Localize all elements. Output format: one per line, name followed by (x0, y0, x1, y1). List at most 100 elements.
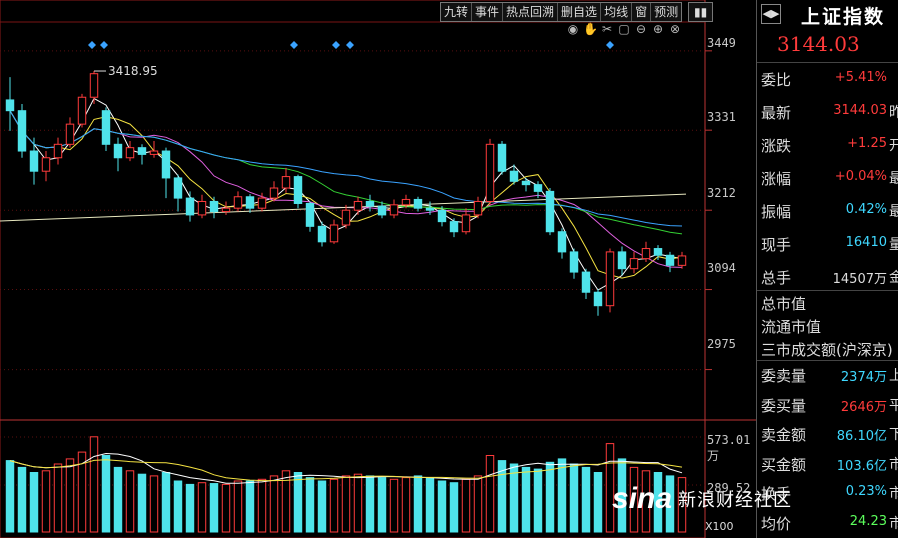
volume-bar (269, 475, 279, 533)
volume-bar (53, 463, 63, 533)
volume-bar (89, 436, 99, 533)
row-ext: 最 (889, 168, 898, 188)
row-ext: 下 (889, 424, 898, 444)
candle-body (437, 209, 447, 223)
float-cap: 流通市值 (761, 318, 822, 336)
divider (757, 360, 898, 361)
candle-body (449, 221, 459, 233)
row-label: 最新 (761, 104, 792, 122)
event-diamond-icon (100, 41, 108, 49)
candle-body (41, 157, 51, 172)
tb-hotspot[interactable]: 热点回溯 (503, 3, 559, 21)
panel-header: ◀▶ 上证指数 (757, 0, 898, 28)
rows-row: 现手 16410量 (761, 231, 898, 255)
y-tick-3094: 3094 (707, 261, 736, 275)
volume-bar (593, 472, 603, 533)
rows2-row: 卖金额 86.10亿下 (761, 421, 898, 445)
candle-body (173, 177, 183, 199)
rows2-row: 委买量 2646万平 (761, 392, 898, 416)
event-diamond-icon (346, 41, 354, 49)
tb-ma[interactable]: 均线 (601, 3, 633, 21)
volume-bar (257, 478, 267, 533)
candle-body (341, 209, 351, 226)
event-diamond-icon (88, 41, 96, 49)
ma10-line (9, 110, 683, 268)
row-label: 总手 (761, 269, 792, 287)
chart-toolbar: 九转 事件 热点回溯 删自选 均线 窗 预测 (440, 2, 683, 22)
volume-bar (449, 482, 459, 533)
volume-bar (401, 477, 411, 533)
candle-body (137, 147, 147, 155)
tb-predict[interactable]: 预测 (651, 3, 681, 21)
divider (757, 62, 898, 63)
minus-zoom-icon[interactable]: ⊖ (634, 22, 648, 36)
chart-canvas[interactable]: 3418.95 (0, 0, 756, 538)
candle-body (401, 198, 411, 206)
volume-bar (581, 466, 591, 533)
candle-body (89, 73, 99, 98)
hand-icon[interactable]: ✋ (583, 22, 598, 36)
candle-body (293, 176, 303, 204)
fullscreen-button[interactable]: ▮▮ (688, 2, 714, 22)
scissors-icon[interactable]: ✂ (600, 22, 614, 36)
row-label: 涨跌 (761, 137, 792, 155)
candle-body (65, 123, 75, 145)
tb-remove-fav[interactable]: 删自选 (558, 3, 602, 21)
tb-window[interactable]: 窗 (632, 3, 652, 21)
candle-body (53, 143, 63, 159)
kline-chart[interactable]: 3418.95 九转 事件 热点回溯 删自选 均线 窗 预测 ▮▮ ◉ ✋ ✂ … (0, 0, 756, 538)
volume-bar (101, 455, 111, 533)
candle-body (617, 251, 627, 270)
settings-icon[interactable]: ▢ (617, 22, 631, 36)
volume-bar (437, 480, 447, 533)
volume-bar (377, 477, 387, 533)
row-ext: 最 (889, 201, 898, 221)
row-value: 103.6亿 (836, 458, 887, 474)
candle-body (677, 255, 687, 266)
volume-bar (29, 472, 39, 533)
event-diamond-icon (290, 41, 298, 49)
candle-body (653, 248, 663, 256)
volume-bar (221, 483, 231, 533)
volume-bar (557, 458, 567, 533)
tb-jiuzhuan[interactable]: 九转 (441, 3, 473, 21)
volume-bar (17, 466, 27, 533)
eye-icon[interactable]: ◉ (566, 22, 580, 36)
panel-switch-icon[interactable]: ◀▶ (761, 4, 781, 24)
row-label: 委买量 (761, 396, 807, 415)
candle-body (29, 150, 39, 172)
tb-events[interactable]: 事件 (472, 3, 504, 21)
close-icon[interactable]: ⊗ (668, 22, 682, 36)
row-value: 0.23% (845, 484, 887, 499)
rows-row: 涨幅 +0.04%最 (761, 165, 898, 189)
volume-bar (521, 466, 531, 533)
volume-bar (353, 473, 363, 533)
candle-body (221, 207, 231, 213)
candle-body (629, 258, 639, 270)
candle-body (125, 147, 135, 159)
candle-body (569, 251, 579, 273)
fullscreen-icon: ▮▮ (694, 5, 708, 19)
row-ext: 市 (889, 483, 898, 503)
rows-row: 振幅 0.42%最 (761, 198, 898, 222)
candle-body (257, 197, 267, 209)
volume-bar (485, 455, 495, 533)
volume-bar (545, 461, 555, 533)
row-value: 86.10亿 (836, 429, 887, 444)
plus-zoom-icon[interactable]: ⊕ (651, 22, 665, 36)
volume-bar (329, 478, 339, 533)
candle-body (593, 291, 603, 307)
row-label: 委卖量 (761, 367, 807, 385)
candle-body (425, 207, 435, 211)
candle-body (581, 271, 591, 293)
candle-body (209, 200, 219, 213)
chart-tools: ◉ ✋ ✂ ▢ ⊖ ⊕ ⊗ (566, 22, 682, 36)
total-cap: 总市值 (761, 295, 807, 313)
candle-body (305, 202, 315, 227)
row-value: +1.25 (847, 136, 887, 151)
volume-bar (149, 475, 159, 533)
candle-body (269, 187, 279, 199)
volume-bar (341, 475, 351, 533)
candle-body (485, 143, 495, 202)
row-ext: 平 (889, 395, 898, 415)
